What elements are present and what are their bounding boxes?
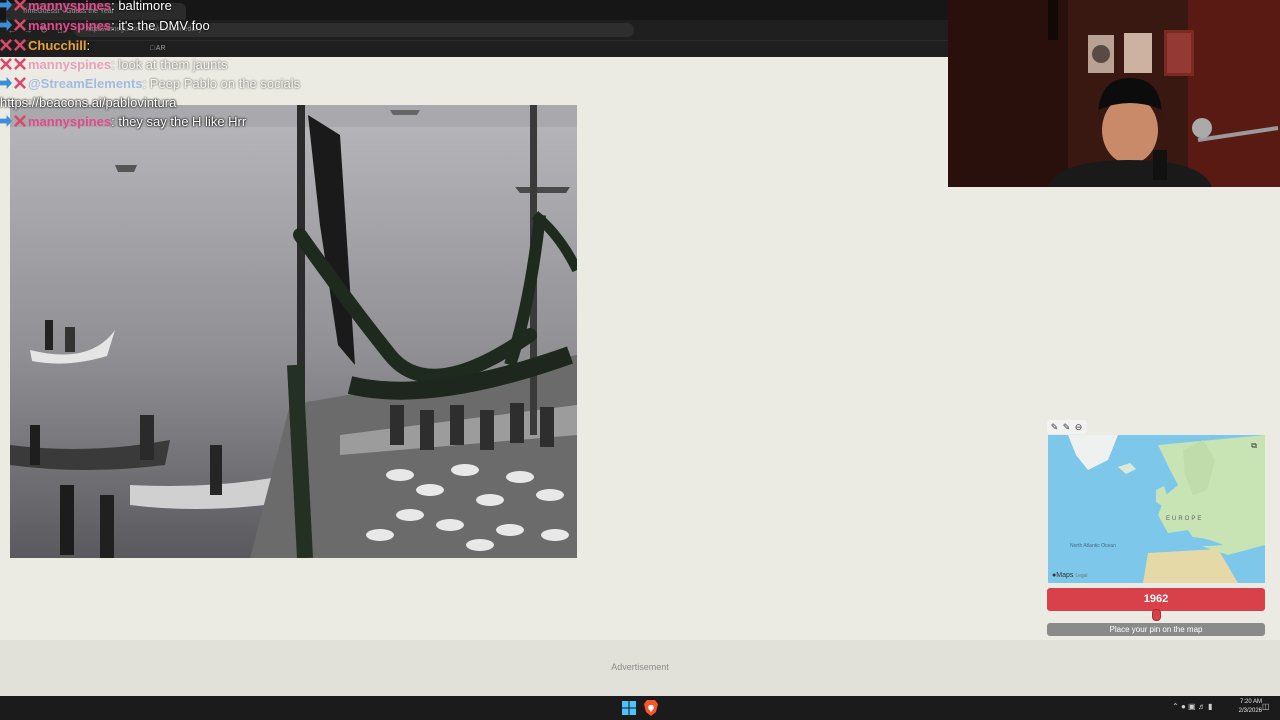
chat-separator: : (86, 38, 91, 53)
ad-label: Advertisement (611, 662, 669, 672)
guess-photo (10, 105, 577, 558)
chat-message: mannyspines: it's the DMV foo (0, 16, 210, 36)
pencil-icon[interactable]: ✎ (1061, 421, 1072, 433)
clock-time: 7:20 AM (1239, 699, 1262, 705)
streamer-camera-image (948, 0, 1280, 187)
chevron-up-icon[interactable]: ⌃ (1172, 702, 1179, 711)
chat-badge-icon (14, 58, 26, 70)
chat-text: look at them jaunts (118, 57, 228, 72)
year-slider-handle[interactable] (1151, 609, 1161, 621)
place-pin-button[interactable]: Place your pin on the map (1047, 623, 1265, 636)
chat-overlay: mannyspines: baltimore mannyspines: it's … (0, 0, 600, 135)
chat-message: mannyspines: they say the H like Hrr (0, 112, 246, 132)
chat-message: mannyspines: baltimore (0, 0, 172, 16)
chat-message: mannyspines: look at them jaunts (0, 55, 227, 75)
chat-text: Peep Pablo on the socials (149, 76, 301, 91)
taskbar: ⌃ ● ▣ ♬ ▮ 7:20 AM 2/3/2026 ◫ (0, 696, 1280, 720)
chat-text: it's the DMV foo (118, 18, 210, 33)
clock-date: 2/3/2026 (1238, 708, 1262, 714)
chat-badge-icon (0, 77, 12, 89)
taskbar-clock[interactable]: 7:20 AM 2/3/2026 (1232, 698, 1262, 716)
historic-photo-image (10, 105, 577, 558)
year-display: 1962 (1047, 588, 1265, 611)
map-legal-link[interactable]: Legal (1075, 573, 1087, 579)
chat-message: https://beacons.ai/pablovintura (0, 93, 176, 113)
chat-username[interactable]: mannyspines (28, 18, 111, 33)
minus-icon[interactable]: ⊖ (1073, 421, 1084, 433)
chat-badge-icon (0, 58, 12, 70)
map-attribution: ●Maps Legal (1052, 572, 1088, 579)
microphone-icon[interactable]: ● (1181, 702, 1186, 711)
world-map-image: EUROPE North Atlantic Ocean (1048, 435, 1265, 583)
network-icon[interactable]: ▣ (1188, 702, 1196, 711)
map-ocean-label: North Atlantic Ocean (1070, 543, 1116, 549)
chat-username[interactable]: mannyspines (28, 57, 111, 72)
chat-badge-icon (0, 19, 12, 31)
chat-text[interactable]: https://beacons.ai/pablovintura (0, 95, 176, 110)
windows-start-icon[interactable] (622, 701, 636, 715)
battery-icon[interactable]: ▮ (1208, 702, 1212, 711)
chat-badge-icon (14, 115, 26, 127)
chat-badge-icon (14, 0, 26, 11)
chat-message: @StreamElements: Peep Pablo on the socia… (0, 74, 300, 94)
volume-icon[interactable]: ♬ (1198, 702, 1206, 711)
chat-username[interactable]: mannyspines (28, 0, 111, 13)
expand-icon[interactable]: ⧉ (1251, 441, 1257, 451)
chat-username[interactable]: Chucchill (28, 38, 87, 53)
chat-badge-icon (14, 39, 26, 51)
chat-message: Chucchill: (0, 36, 90, 56)
chat-badge-icon (0, 115, 12, 127)
chat-separator: : (142, 76, 150, 91)
chat-badge-icon (0, 0, 12, 11)
brave-browser-icon[interactable] (644, 700, 658, 716)
guess-map[interactable]: EUROPE North Atlantic Ocean ⧉ ●Maps Lega… (1048, 435, 1265, 583)
chat-badge-icon (0, 39, 12, 51)
chat-text: baltimore (118, 0, 172, 13)
map-region-label: EUROPE (1166, 516, 1203, 522)
pencil-icon[interactable]: ✎ (1049, 421, 1060, 433)
system-tray: ⌃ ● ▣ ♬ ▮ (1172, 702, 1212, 711)
notification-icon[interactable]: ◫ (1262, 702, 1270, 711)
chat-username[interactable]: mannyspines (28, 114, 111, 129)
map-toolbar: ✎ ✎ ⊖ (1047, 420, 1087, 434)
chat-badge-icon (14, 19, 26, 31)
chat-username[interactable]: @StreamElements (28, 76, 143, 91)
chat-text: they say the H like Hrr (118, 114, 247, 129)
ad-banner: Advertisement (0, 640, 1280, 696)
map-attribution-label: Maps (1056, 572, 1074, 579)
chat-badge-icon (14, 77, 26, 89)
webcam-feed (948, 0, 1280, 187)
